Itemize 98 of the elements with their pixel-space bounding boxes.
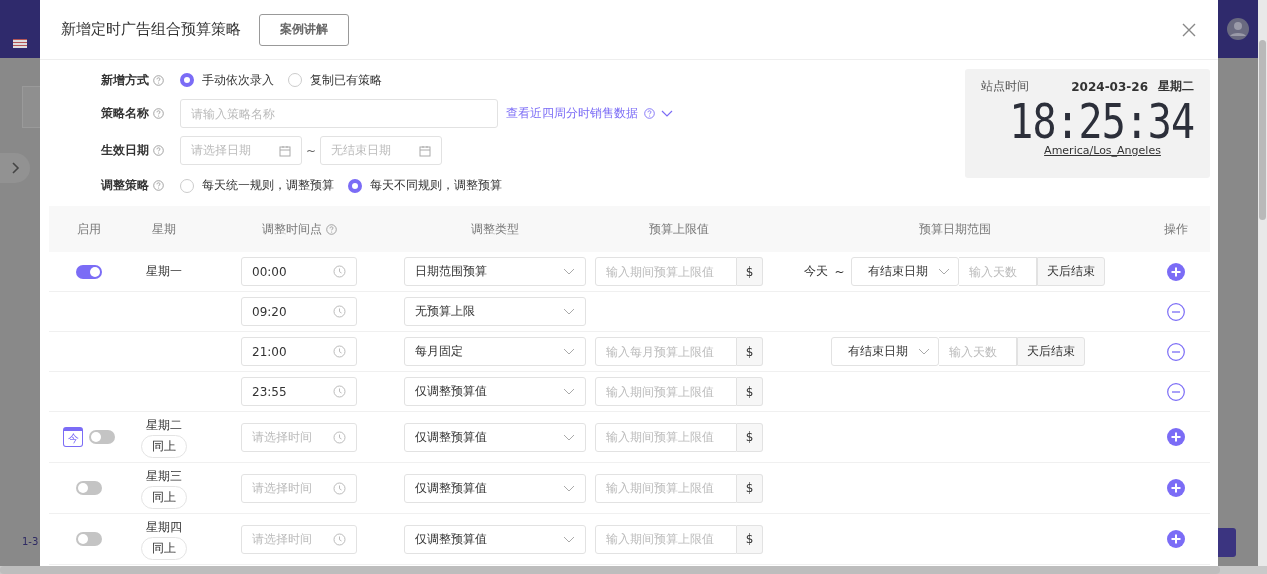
column-header: 调整时间点 xyxy=(261,220,322,238)
help-icon[interactable] xyxy=(153,108,164,119)
clock-icon xyxy=(333,265,346,278)
field-label: 生效日期 xyxy=(101,142,149,159)
add-icon[interactable] xyxy=(1167,262,1185,281)
time-field[interactable]: 21:00 xyxy=(241,337,357,366)
currency-addon: $ xyxy=(737,473,763,503)
type-select[interactable]: 每月固定 xyxy=(404,337,586,366)
calendar-icon xyxy=(279,144,291,157)
sales-data-link[interactable]: 查看近四周分时销售数据 xyxy=(506,105,638,122)
name-field[interactable]: 请输入策略名称 xyxy=(180,99,498,128)
add-icon[interactable] xyxy=(1167,530,1185,548)
currency-addon: $ xyxy=(737,257,763,286)
weekday-label: 星期一 xyxy=(146,263,182,280)
chevron-down-icon xyxy=(563,484,575,492)
weekday-label: 星期二 xyxy=(146,416,182,434)
pagination-text: 1-3 xyxy=(22,536,39,547)
case-button[interactable]: 案例讲解 xyxy=(259,13,349,46)
flag-icon xyxy=(13,38,27,48)
radio-option[interactable]: 每天统一规则，调整预算 xyxy=(180,177,334,194)
column-header: 预算上限值 xyxy=(649,220,709,238)
add-icon[interactable] xyxy=(1167,428,1185,446)
chevron-down-icon xyxy=(563,535,575,543)
range-separator: ~ xyxy=(306,143,317,158)
days-field[interactable]: 输入天数 xyxy=(958,257,1037,286)
days-suffix-addon: 天后结束 xyxy=(1016,337,1085,366)
type-select[interactable]: 仅调整预算值 xyxy=(404,473,586,503)
toggle-switch[interactable] xyxy=(76,481,102,495)
range-separator: ~ xyxy=(834,264,845,279)
currency-addon: $ xyxy=(737,422,763,452)
help-icon[interactable] xyxy=(325,223,337,235)
timezone-link[interactable]: America/Los_Angeles xyxy=(1044,144,1161,157)
help-icon[interactable] xyxy=(153,180,164,191)
dialog-title: 新增定时广告组合预算策略 xyxy=(61,20,241,39)
currency-addon: $ xyxy=(737,524,763,554)
help-icon[interactable] xyxy=(153,145,164,156)
chevron-down-icon xyxy=(937,268,950,275)
chevron-down-icon xyxy=(563,433,575,441)
avatar-icon[interactable] xyxy=(1227,18,1249,40)
remove-icon[interactable] xyxy=(1167,342,1185,361)
chevron-down-icon[interactable] xyxy=(661,110,673,117)
clock-icon xyxy=(333,430,346,444)
radio-option[interactable]: 每天不同规则，调整预算 xyxy=(348,177,502,194)
clock-label: 站点时间 xyxy=(981,78,1030,95)
remove-icon[interactable] xyxy=(1167,382,1185,401)
clock-icon xyxy=(333,481,346,495)
copy-above-button[interactable]: 同上 xyxy=(141,536,187,560)
copy-above-button[interactable]: 同上 xyxy=(141,434,187,458)
field-label: 调整策略 xyxy=(101,177,149,194)
days-field[interactable]: 输入天数 xyxy=(938,337,1017,366)
end-date-select[interactable]: 有结束日期 xyxy=(850,257,959,286)
close-icon[interactable] xyxy=(1182,22,1196,37)
column-header: 启用 xyxy=(77,220,101,238)
type-select[interactable]: 日期范围预算 xyxy=(404,257,586,286)
radio-option[interactable]: 手动依次录入 xyxy=(180,71,274,89)
chevron-down-icon xyxy=(563,268,575,275)
type-select[interactable]: 仅调整预算值 xyxy=(404,377,586,406)
weekday-label: 星期四 xyxy=(146,518,182,536)
chevron-down-icon xyxy=(563,388,575,395)
add-icon[interactable] xyxy=(1167,479,1185,497)
column-header: 星期 xyxy=(152,220,176,238)
radio-option[interactable]: 复制已有策略 xyxy=(288,71,382,89)
time-field[interactable]: 09:20 xyxy=(241,297,357,326)
toggle-switch[interactable] xyxy=(76,264,102,279)
column-header: 操作 xyxy=(1164,220,1188,238)
chevron-down-icon xyxy=(563,308,575,315)
clock-icon xyxy=(333,385,346,398)
clock-icon xyxy=(333,305,346,318)
chevron-down-icon xyxy=(563,348,575,355)
chevron-down-icon xyxy=(917,348,930,355)
calendar-icon xyxy=(419,144,432,157)
help-icon[interactable] xyxy=(153,74,164,86)
range-start-label: 今天 xyxy=(804,263,829,280)
help-icon[interactable] xyxy=(644,108,655,119)
field-label: 新增方式 xyxy=(101,71,149,89)
remove-icon[interactable] xyxy=(1167,302,1185,321)
time-field[interactable]: 23:55 xyxy=(241,377,357,406)
days-suffix-addon: 天后结束 xyxy=(1036,257,1105,286)
clock-weekday: 星期二 xyxy=(1158,78,1194,95)
column-header: 预算日期范围 xyxy=(918,220,991,238)
type-select[interactable]: 无预算上限 xyxy=(404,297,586,326)
expand-icon[interactable] xyxy=(0,153,30,183)
end-date-select[interactable]: 有结束日期 xyxy=(830,337,939,366)
type-select[interactable]: 仅调整预算值 xyxy=(404,422,586,452)
clock-date: 2024-03-26 xyxy=(1071,79,1148,94)
toggle-switch[interactable] xyxy=(89,430,115,444)
field-label: 策略名称 xyxy=(101,105,149,122)
today-calendar-icon: 今 xyxy=(63,427,83,447)
column-header: 调整类型 xyxy=(471,220,519,238)
time-field[interactable]: 00:00 xyxy=(241,257,357,286)
type-select[interactable]: 仅调整预算值 xyxy=(404,524,586,554)
currency-addon: $ xyxy=(737,377,763,406)
weekday-label: 星期三 xyxy=(146,467,182,485)
copy-above-button[interactable]: 同上 xyxy=(141,485,187,509)
currency-addon: $ xyxy=(737,337,763,366)
toggle-switch[interactable] xyxy=(76,532,102,546)
clock-icon xyxy=(333,532,346,546)
clock-icon xyxy=(333,345,346,358)
